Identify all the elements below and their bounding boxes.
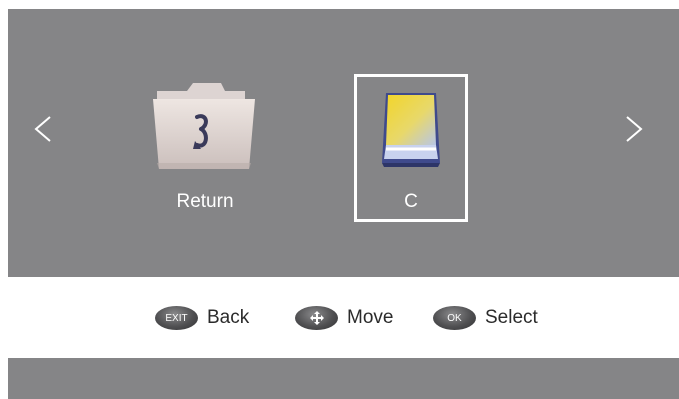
hint-select: OK Select	[433, 305, 538, 331]
hint-back-label: Back	[207, 307, 250, 328]
item-return[interactable]: Return	[146, 73, 264, 223]
chevron-right-icon[interactable]	[617, 109, 647, 149]
item-drive-c[interactable]: C	[354, 74, 468, 222]
media-browser-screen: Return C EXIT Back Move OK Select	[8, 9, 679, 399]
drive-icon	[376, 89, 446, 176]
hint-move: Move	[295, 305, 393, 331]
item-label: Return	[176, 191, 234, 212]
ok-key-icon[interactable]: OK	[433, 306, 476, 330]
item-label: C	[404, 191, 418, 212]
folder-return-icon	[149, 79, 261, 180]
bottom-strip	[8, 358, 679, 399]
chevron-left-icon[interactable]	[30, 109, 60, 149]
hint-back: EXIT Back	[155, 305, 249, 331]
hint-select-label: Select	[485, 307, 538, 328]
hint-move-label: Move	[347, 307, 394, 328]
exit-key-label: EXIT	[165, 312, 188, 324]
file-browser-panel: Return C	[8, 9, 679, 277]
four-way-arrows-icon[interactable]	[295, 306, 338, 330]
ok-key-label: OK	[447, 312, 462, 324]
key-hint-bar: EXIT Back Move OK Select	[8, 277, 679, 358]
exit-key-icon[interactable]: EXIT	[155, 306, 198, 330]
